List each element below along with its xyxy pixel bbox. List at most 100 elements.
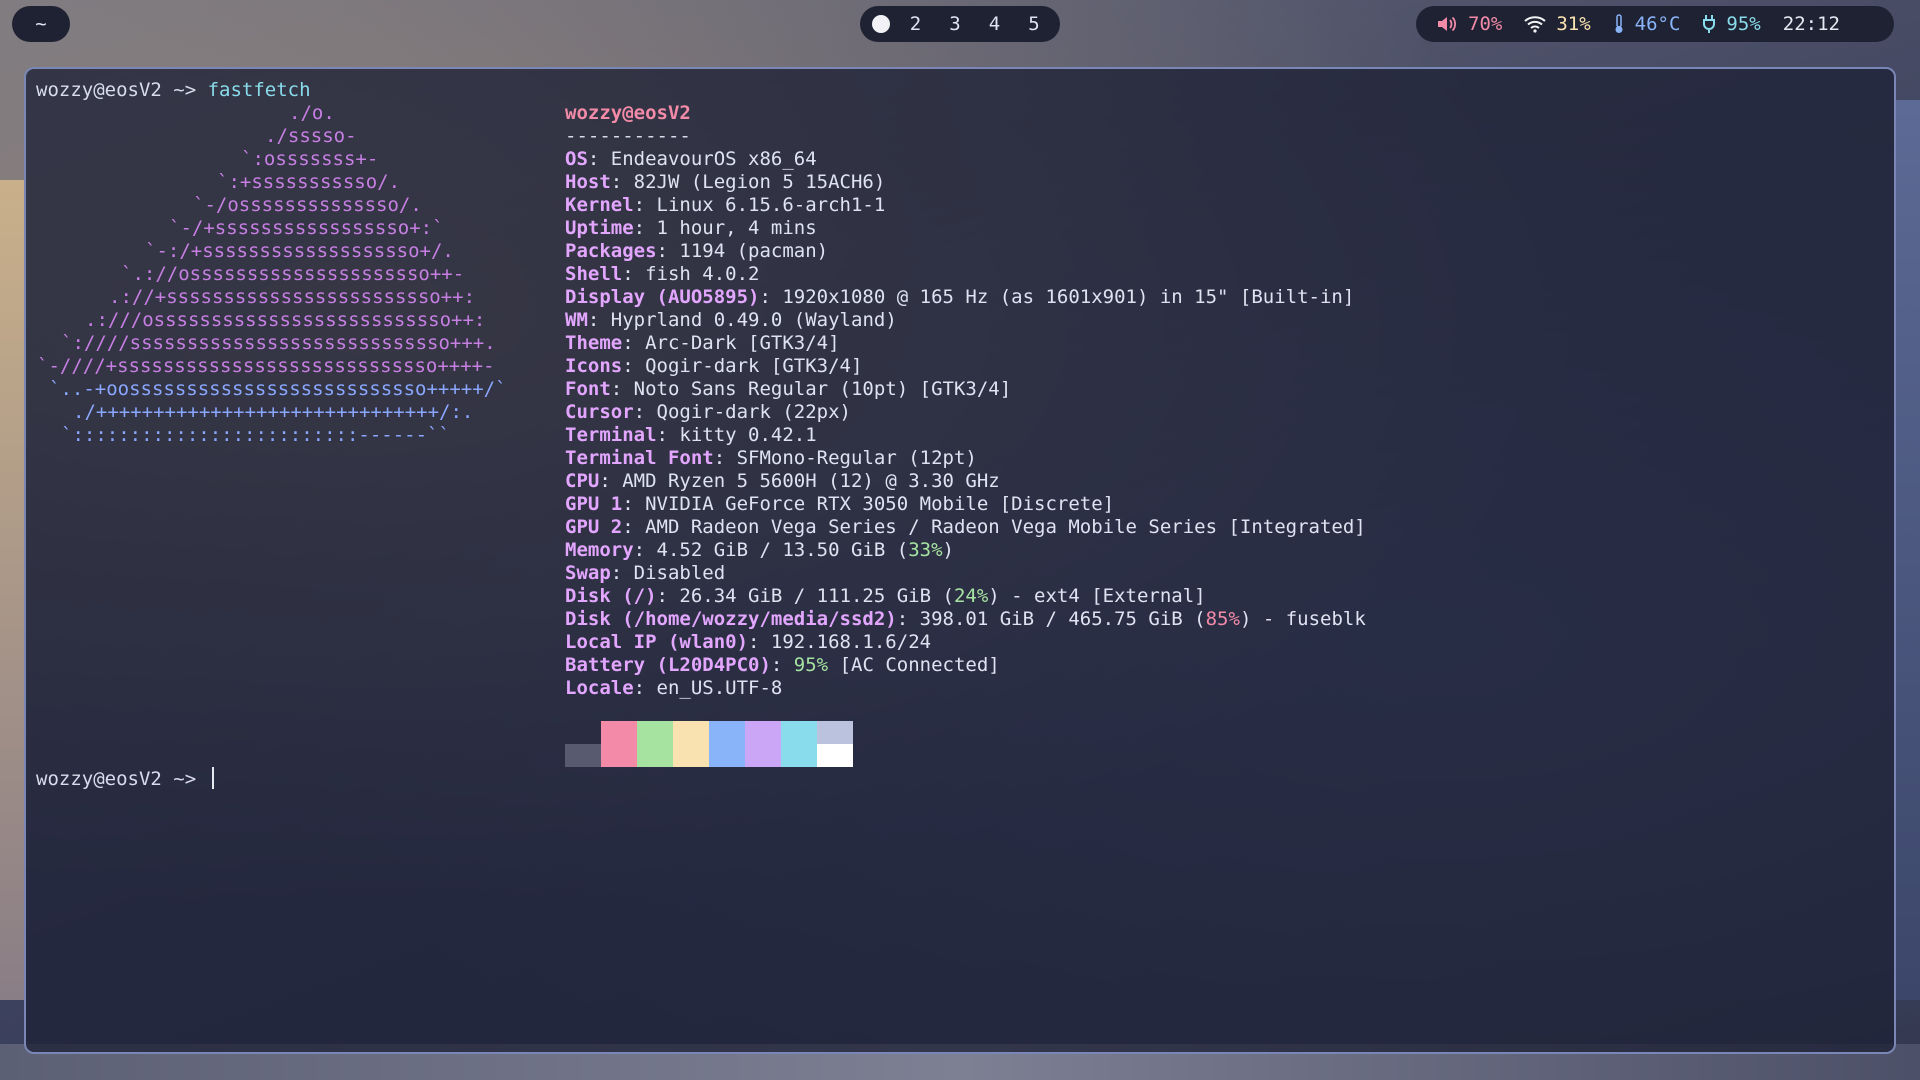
logo-line: `..-+oossssssssssssssssssssssssso+++++/` (49, 378, 507, 400)
info-value-suffix: ) - fuseblk (1239, 608, 1366, 630)
wifi-widget[interactable]: 31% (1524, 13, 1591, 35)
info-key: Terminal Font (565, 447, 714, 469)
clock-widget[interactable]: 22:12 (1783, 13, 1840, 35)
home-directory-pill[interactable]: ~ (12, 6, 70, 42)
workspace-1-active-indicator[interactable] (872, 15, 890, 33)
info-key: Locale (565, 677, 634, 699)
palette-swatch (709, 721, 745, 767)
text-cursor (211, 767, 214, 789)
info-key: Packages (565, 240, 657, 262)
title-user: wozzy (565, 102, 623, 124)
info-key: OS (565, 148, 588, 170)
command-line: wozzy@eosV2 ~> fastfetch (36, 79, 311, 102)
info-value: NVIDIA GeForce RTX 3050 Mobile [Discrete… (645, 493, 1115, 515)
workspace-2-button[interactable]: 2 (902, 13, 930, 35)
info-key: Font (565, 378, 611, 400)
info-value: 82JW (Legion 5 15ACH6) (633, 171, 886, 193)
info-key: Icons (565, 355, 623, 377)
speaker-icon (1436, 14, 1458, 34)
info-percent: 33% (908, 539, 943, 561)
prompt: wozzy@eosV2 ~> (36, 768, 208, 790)
info-row: Swap: Disabled (565, 562, 726, 584)
info-row: Packages: 1194 (pacman) (565, 240, 829, 262)
palette-swatch (673, 721, 709, 767)
info-row: GPU 2: AMD Radeon Vega Series / Radeon V… (565, 516, 1366, 538)
workspace-switcher: 2 3 4 5 (860, 6, 1060, 42)
info-row: Local IP (wlan0): 192.168.1.6/24 (565, 631, 932, 653)
info-key: Local IP (wlan0) (565, 631, 749, 653)
title-host: @eosV2 (622, 102, 691, 124)
info-row: Shell: fish 4.0.2 (565, 263, 760, 285)
wallpaper-left-detail (0, 180, 26, 1000)
logo-line: `-/+sssssssssssssssso+:` (169, 217, 444, 239)
workspace-4-button[interactable]: 4 (981, 13, 1009, 35)
info-value-suffix: ) - ext4 [External] (988, 585, 1206, 607)
battery-widget[interactable]: 95% (1702, 13, 1761, 35)
info-key: CPU (565, 470, 600, 492)
info-title: wozzy@eosV2 (565, 102, 691, 125)
info-row: Disk (/): 26.34 GiB / 111.25 GiB (24%) -… (565, 585, 1206, 607)
info-separator: ----------- (565, 125, 691, 147)
info-value: Qogir-dark [GTK3/4] (645, 355, 863, 377)
kitty-terminal-window[interactable]: wozzy@eosV2 ~> fastfetch ./o. ./sssso- `… (24, 67, 1896, 1054)
info-value: Hyprland 0.49.0 (Wayland) (610, 309, 897, 331)
info-row: Locale: en_US.UTF-8 (565, 677, 783, 699)
info-value-suffix: [AC Connected] (828, 654, 1000, 676)
info-value: EndeavourOS x86_64 (610, 148, 817, 170)
info-row: Host: 82JW (Legion 5 15ACH6) (565, 171, 886, 193)
info-key: Host (565, 171, 611, 193)
info-row: Icons: Qogir-dark [GTK3/4] (565, 355, 863, 377)
volume-widget[interactable]: 70% (1436, 13, 1502, 35)
info-row: Cursor: Qogir-dark (22px) (565, 401, 851, 423)
logo-line: `:////ssssssssssssssssssssssssssso+++. (61, 332, 496, 354)
active-prompt-line[interactable]: wozzy@eosV2 ~> (36, 767, 214, 791)
info-key: Battery (L20D4PC0) (565, 654, 771, 676)
logo-line: `:+sssssssssso/. (217, 171, 401, 193)
info-percent: 24% (953, 585, 989, 607)
logo-line: `:::::::::::::::::::::::::------`` (61, 424, 450, 446)
logo-line: .:///ossssssssssssssssssssssssso++: (85, 309, 486, 331)
info-value: Qogir-dark (22px) (656, 401, 851, 423)
palette-swatch (565, 721, 601, 767)
info-value: fish 4.0.2 (645, 263, 760, 285)
info-value: 398.01 GiB / 465.75 GiB ( (919, 608, 1206, 630)
info-key: Kernel (565, 194, 634, 216)
info-value: 192.168.1.6/24 (770, 631, 932, 653)
info-row: Memory: 4.52 GiB / 13.50 GiB (33%) (565, 539, 954, 561)
info-row: Disk (/home/wozzy/media/ssd2): 398.01 Gi… (565, 608, 1366, 630)
logo-line: `-////+ssssssssssssssssssssssssssso++++- (37, 355, 495, 377)
palette-swatch (601, 721, 637, 767)
info-row: WM: Hyprland 0.49.0 (Wayland) (565, 309, 897, 331)
info-key: Uptime (565, 217, 634, 239)
volume-value: 70% (1468, 13, 1503, 35)
battery-value: 95% (1726, 13, 1761, 35)
info-row: CPU: AMD Ryzen 5 5600H (12) @ 3.30 GHz (565, 470, 1000, 492)
info-value: 1194 (pacman) (679, 240, 829, 262)
info-row: Uptime: 1 hour, 4 mins (565, 217, 817, 239)
wifi-value: 31% (1556, 13, 1591, 35)
info-row: Font: Noto Sans Regular (10pt) [GTK3/4] (565, 378, 1012, 400)
prompt: wozzy@eosV2 ~> (36, 79, 208, 101)
logo-line: ./++++++++++++++++++++++++++++++/:. (73, 401, 474, 423)
workspace-5-button[interactable]: 5 (1020, 13, 1048, 35)
wallpaper-right-detail (1894, 100, 1920, 1000)
info-percent: 85% (1205, 608, 1240, 630)
info-percent: 95% (793, 654, 829, 676)
info-key: Shell (565, 263, 623, 285)
info-key: WM (565, 309, 588, 331)
logo-line: .://+ssssssssssssssssssssssso++: (109, 286, 476, 308)
info-key: Theme (565, 332, 623, 354)
workspace-3-button[interactable]: 3 (941, 13, 969, 35)
palette-swatch (637, 721, 673, 767)
info-value-suffix: ) (942, 539, 954, 561)
info-value: Linux 6.15.6-arch1-1 (656, 194, 886, 216)
info-row: Battery (L20D4PC0): 95% [AC Connected] (565, 654, 1000, 676)
info-value: 4.52 GiB / 13.50 GiB ( (656, 539, 909, 561)
info-value: Arc-Dark [GTK3/4] (645, 332, 840, 354)
color-palette (565, 721, 853, 767)
info-value: 1 hour, 4 mins (656, 217, 817, 239)
logo-line: ./sssso- (265, 125, 357, 147)
info-value: 1920x1080 @ 165 Hz (as 1601x901) in 15" … (782, 286, 1355, 308)
palette-swatch (781, 721, 817, 767)
info-row: Display (AUO5895): 1920x1080 @ 165 Hz (a… (565, 286, 1355, 308)
